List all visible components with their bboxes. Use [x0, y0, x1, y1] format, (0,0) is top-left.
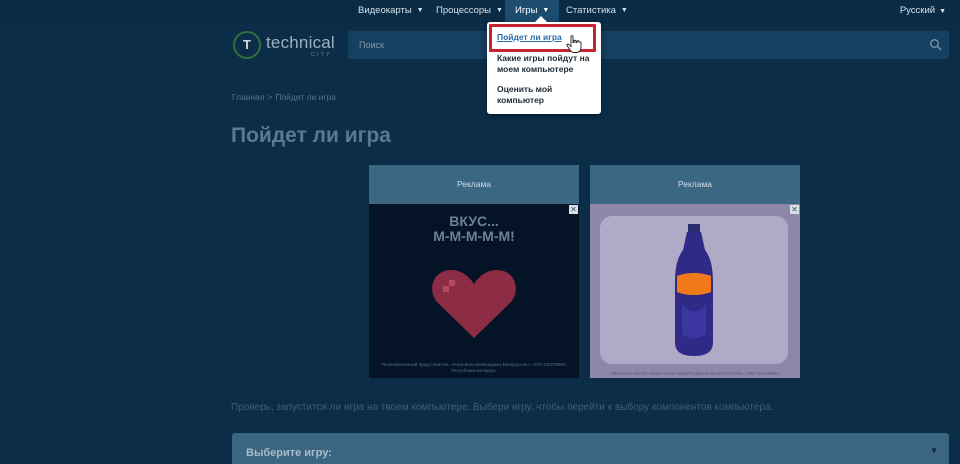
page-description: Проверь, запустится ли игра на твоем ком…: [231, 402, 774, 413]
search-input[interactable]: [348, 31, 918, 59]
nav-item-label: Видеокарты: [358, 5, 412, 16]
ad-creative[interactable]: ✕ РЕКЛАМА ИООО «КОКА-КОЛА БЕВЕРИДЖИЗ БЕЛ…: [590, 204, 800, 378]
ad-product-card: [600, 216, 788, 364]
logo-name: technical: [266, 33, 335, 52]
chevron-down-icon: ▼: [496, 7, 503, 14]
nav-item-label: Игры: [515, 5, 538, 16]
hand-cursor-icon: [566, 35, 582, 53]
top-nav: Видеокарты ▼ Процессоры ▼ Игры ▼ Статистика…: [0, 0, 960, 22]
close-icon[interactable]: ✕: [569, 205, 578, 214]
game-select[interactable]: Выберите игру: ▼: [232, 433, 949, 464]
site-logo[interactable]: T technical CITY: [233, 31, 335, 61]
breadcrumb-current: Пойдет ли игра: [275, 92, 336, 102]
ad-banner-2[interactable]: Реклама ✕ РЕКЛАМА ИООО «КОКА-КОЛА БЕВЕРИ…: [590, 165, 800, 378]
chevron-down-icon: ▼: [416, 7, 424, 14]
ad-fine-print: Уполномоченный представитель «Кока-Кола …: [381, 362, 567, 373]
menu-item-which-games-run[interactable]: Какие игры пойдут на моем компьютере: [497, 53, 597, 75]
breadcrumb-separator: >: [267, 92, 273, 102]
chevron-down-icon: ▼: [620, 7, 628, 14]
game-select-label: Выберите игру:: [246, 447, 332, 459]
breadcrumb: Главная > Пойдет ли игра: [232, 92, 339, 102]
nav-item-label: Процессоры: [436, 5, 492, 16]
nav-item-cpus[interactable]: Процессоры ▼: [436, 0, 503, 22]
heart-icon: [432, 270, 516, 338]
ad-label: Реклама: [590, 165, 800, 204]
ad-label: Реклама: [369, 165, 579, 204]
chevron-down-icon: ▼: [939, 8, 946, 15]
breadcrumb-home[interactable]: Главная: [232, 92, 264, 102]
logo-t-icon: T: [233, 31, 261, 59]
caret-down-icon: ▼: [930, 446, 938, 455]
ad-fine-print: РЕКЛАМА ИООО «КОКА-КОЛА БЕВЕРИДЖИЗ БЕЛОР…: [610, 371, 780, 376]
logo-sub: CITY: [311, 52, 332, 58]
page-title: Пойдет ли игра: [231, 124, 391, 147]
language-label: Русский: [899, 5, 936, 16]
nav-item-gpus[interactable]: Видеокарты ▼: [358, 0, 424, 22]
nav-item-games[interactable]: Игры ▼: [505, 0, 560, 22]
nav-item-label: Статистика: [566, 5, 616, 16]
ad-creative[interactable]: ✕ ВКУС... М-М-М-М-М! Уполномоченный пред…: [369, 204, 579, 378]
search-icon[interactable]: [929, 38, 943, 52]
ad-headline: ВКУС... М-М-М-М-М!: [433, 213, 515, 244]
close-icon[interactable]: ✕: [790, 205, 799, 214]
search-bar: [348, 31, 949, 59]
soda-bottle-icon: [675, 224, 713, 356]
ad-banner-1[interactable]: Реклама ✕ ВКУС... М-М-М-М-М! Уполномочен…: [369, 165, 579, 378]
language-selector[interactable]: Русский ▼: [900, 0, 946, 22]
nav-item-statistics[interactable]: Статистика ▼: [566, 0, 628, 22]
menu-item-rate-my-pc[interactable]: Оценить мой компьютер: [497, 84, 597, 106]
